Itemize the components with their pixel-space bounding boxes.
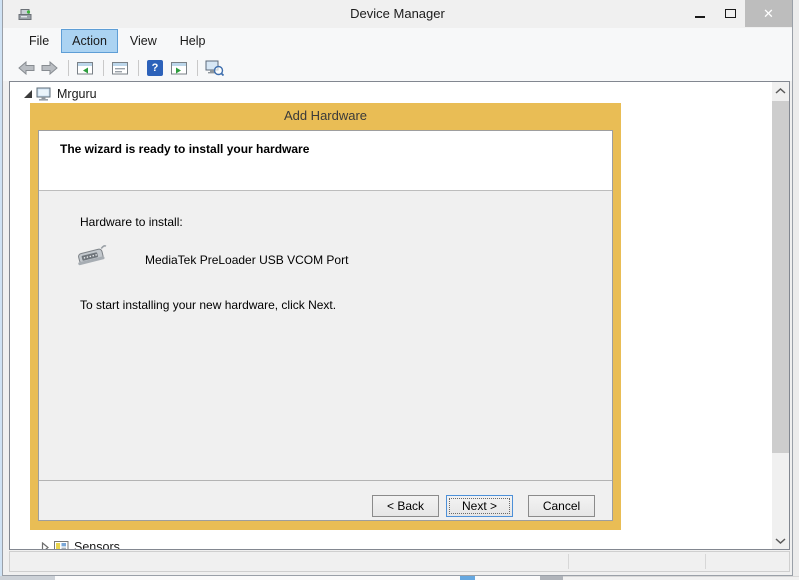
vertical-scrollbar[interactable] xyxy=(772,82,789,549)
console-tree-icon xyxy=(77,61,93,74)
close-icon: ✕ xyxy=(763,5,774,21)
minimize-button[interactable] xyxy=(685,0,715,27)
dialog-title: Add Hardware xyxy=(283,108,368,123)
status-bar xyxy=(9,551,790,572)
menu-file[interactable]: File xyxy=(18,29,60,53)
back-button[interactable] xyxy=(15,57,37,79)
properties-button[interactable] xyxy=(109,57,131,79)
show-console-tree-button[interactable] xyxy=(74,57,96,79)
scan-hardware-icon xyxy=(205,60,224,76)
desktop-bottom-strip xyxy=(0,576,799,580)
action-pane-icon xyxy=(171,61,187,74)
help-button[interactable]: ? xyxy=(144,57,166,79)
status-bar-separator xyxy=(705,554,706,569)
hardware-to-install-label: Hardware to install: xyxy=(80,215,183,229)
tree-item-sensors[interactable]: Sensors xyxy=(40,538,120,550)
tree-item-mrguru[interactable]: Mrguru xyxy=(22,85,97,103)
status-bar-separator xyxy=(568,554,569,569)
toolbar-separator xyxy=(68,59,69,76)
menu-help[interactable]: Help xyxy=(169,29,217,53)
show-action-pane-button[interactable] xyxy=(168,57,190,79)
computer-icon xyxy=(36,87,52,102)
window-titlebar: Device Manager ✕ xyxy=(3,0,792,28)
scan-hardware-changes-button[interactable] xyxy=(203,57,225,79)
menu-view[interactable]: View xyxy=(119,29,168,53)
menu-action[interactable]: Action xyxy=(61,29,118,53)
close-button[interactable]: ✕ xyxy=(745,0,792,27)
taskbar-fragment xyxy=(460,576,475,580)
cancel-wizard-button[interactable]: Cancel xyxy=(528,495,595,517)
tree-item-label: Mrguru xyxy=(57,87,97,101)
toolbar-separator xyxy=(197,59,198,76)
add-hardware-dialog: Add Hardware The wizard is ready to inst… xyxy=(30,103,621,530)
forward-button[interactable] xyxy=(39,57,61,79)
forward-arrow-icon xyxy=(41,60,58,75)
chevron-up-icon xyxy=(775,87,786,94)
dialog-heading: The wizard is ready to install your hard… xyxy=(60,142,310,156)
scrollbar-thumb[interactable] xyxy=(772,101,789,453)
toolbar: ? xyxy=(3,54,792,81)
minimize-icon xyxy=(695,15,705,18)
scroll-down-button[interactable] xyxy=(772,532,789,549)
window-controls: ✕ xyxy=(685,0,792,28)
collapse-arrow-icon[interactable] xyxy=(40,541,51,549)
toolbar-separator xyxy=(138,59,139,76)
taskbar-fragment xyxy=(563,576,799,580)
chevron-down-icon xyxy=(775,537,786,544)
properties-icon xyxy=(112,61,128,74)
expand-arrow-icon[interactable] xyxy=(22,89,33,99)
dialog-client-area: The wizard is ready to install your hard… xyxy=(38,130,613,521)
help-icon: ? xyxy=(147,59,163,76)
window-title: Device Manager xyxy=(350,6,445,21)
instruction-label: To start installing your new hardware, c… xyxy=(80,298,337,312)
back-arrow-icon xyxy=(18,60,35,75)
maximize-icon xyxy=(724,9,736,18)
scroll-up-button[interactable] xyxy=(772,82,789,99)
taskbar-fragment xyxy=(540,576,563,580)
menu-bar: File Action View Help xyxy=(3,28,792,54)
next-wizard-button[interactable]: Next > xyxy=(446,495,513,517)
tree-item-label: Sensors xyxy=(74,540,120,550)
dialog-header: The wizard is ready to install your hard… xyxy=(39,131,612,191)
taskbar-fragment xyxy=(0,576,55,580)
back-wizard-button[interactable]: < Back xyxy=(372,495,439,517)
dialog-divider xyxy=(39,480,612,481)
serial-port-device-icon xyxy=(75,243,109,274)
device-name-label: MediaTek PreLoader USB VCOM Port xyxy=(145,253,349,267)
maximize-button[interactable] xyxy=(715,0,745,27)
sensors-icon xyxy=(54,540,69,549)
toolbar-separator xyxy=(103,59,104,76)
